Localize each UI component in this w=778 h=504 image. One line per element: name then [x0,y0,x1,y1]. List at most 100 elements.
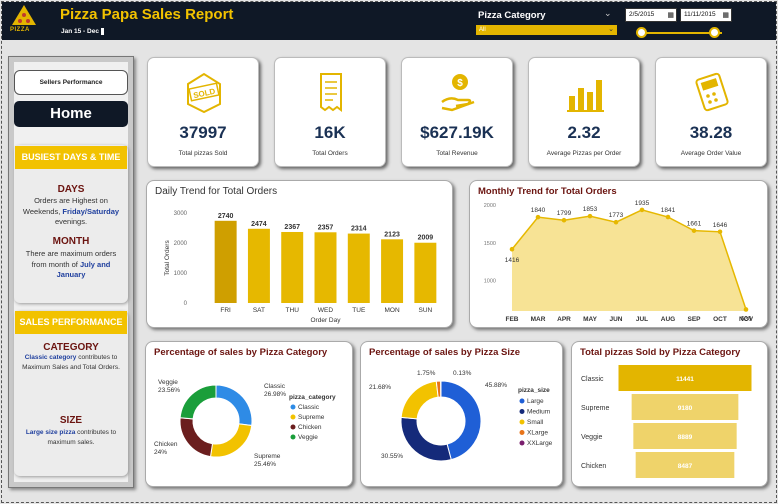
legend-label: Medium [527,409,550,416]
kpi-label: Average Pizzas per Order [546,150,622,157]
monthly-trend-panel: Monthly Trend for Total Orders 1000 1500 2… [469,180,768,328]
donut-slice [215,384,253,427]
x-tick-label: FEB [506,316,519,323]
data-label: 11441 [676,376,694,383]
x-tick-label: TUE [352,307,366,314]
x-tick-label: APR [557,316,571,323]
x-tick-label: WED [318,307,333,314]
sales-card [14,311,128,476]
data-label: 1853 [583,206,598,213]
data-label: 1799 [557,210,572,217]
donut-slice [209,423,253,458]
category-donut-chart: Classic26.98%Supreme25.46%Chicken24%Vegg… [154,379,336,468]
category-label: Veggie [581,434,603,441]
legend-label: Small [527,419,544,426]
category-label: Chicken [581,463,606,470]
kpi-value: 2.32 [567,123,601,142]
data-label: 2009 [418,235,434,242]
donut-slice [400,416,452,462]
slice-name: Chicken [154,441,178,448]
report-title: Pizza Papa Sales Report [60,6,234,23]
legend-marker [290,404,296,410]
daily-trend-chart: 0 1000 2000 3000 Total Orders 2740 FRI 2474 SAT 2… [164,211,437,324]
sellers-performance-button[interactable]: Sellers Performance [14,70,128,95]
category-label: Supreme [581,405,610,412]
days-text: Orders are Highest on Weekends, Friday/S… [22,196,120,226]
kpi-avg-order-value: 38.28 Average Order Value [655,57,767,167]
legend-marker [519,430,525,435]
y-tick-label: 2000 [174,241,188,247]
bar [381,239,404,303]
slice-value: 30.55% [381,453,403,460]
busiest-heading: BUSIEST DAYS & TIME [15,146,127,169]
calendar-icon: ▦ [722,12,729,19]
data-point [535,214,541,220]
data-point [639,207,645,213]
kpi-value: 37997 [179,123,227,142]
kpi-value: $627.19K [420,123,494,142]
date-range-label: Jan 15 - Dec [61,28,104,35]
data-point [743,307,749,312]
home-button[interactable]: Home [14,101,128,127]
legend-label: Classic [298,404,320,411]
data-point [509,246,515,252]
legend-title: pizza_category [289,394,336,401]
date-slider-end-handle[interactable] [708,27,720,38]
category-text: Classic category contributes to Maximum … [22,354,120,371]
slice-value: 21.68% [369,384,391,391]
data-label: 2740 [218,213,234,220]
start-date-input[interactable]: 2/5/2015 ▦ [625,8,677,22]
size-text: Large size pizza contributes to maximum … [25,429,117,446]
x-tick-label: JUL [636,316,648,323]
data-point [613,219,619,225]
chevron-down-icon[interactable]: ⌄ [604,8,612,19]
y-tick-label: 3000 [174,211,188,217]
x-tick-label: OCT [713,316,727,323]
chevron-down-icon: ⌄ [608,26,614,33]
legend-label: XLarge [527,430,548,437]
data-label: 2474 [251,221,267,228]
end-date-input[interactable]: 11/11/2015 ▦ [680,8,732,22]
data-label: 1840 [531,207,546,214]
size-title: SIZE [59,415,83,426]
legend-marker [519,398,525,404]
data-point [717,229,723,235]
data-label: 8889 [678,434,693,441]
data-label: 1935 [635,200,650,207]
kpi-label: Total Revenue [436,150,478,157]
data-label: 1773 [609,212,624,219]
daily-trend-panel: Daily Trend for Total Orders 0 1000 2000 30… [146,180,453,328]
receipt-icon [320,73,342,112]
donut-slice [179,417,214,458]
y-axis-label: Total Orders [164,240,171,276]
slice-value: 26.98% [264,391,286,398]
bar [414,242,437,303]
funnel-panel: Total pizzas Sold by Pizza Category 1144… [571,341,768,487]
data-label: 1661 [687,221,702,228]
monthly-trend-chart: 1000 1500 2000 1416 FEB 1840 MAR 1799 APR 1853 MAY… [484,200,754,323]
legend-marker [519,419,525,425]
y-tick-label: 1000 [174,271,188,277]
legend-marker [290,434,296,440]
data-label: 2357 [318,224,334,231]
data-label: 2367 [284,224,300,231]
slice-value: 0.13% [453,370,472,377]
data-label: 2123 [384,231,400,238]
kpi-total-pizzas: SOLD 37997 Total pizzas Sold [147,57,259,167]
y-tick-label: 0 [184,301,188,307]
category-select[interactable]: All ⌄ [476,25,617,35]
month-text: There are maximum orders from month of J… [25,249,117,279]
kpi-value: 38.28 [689,123,733,142]
legend-label: Supreme [298,414,325,421]
data-label: 1416 [505,257,520,264]
slice-value: 24% [154,449,167,456]
area-fill [512,209,746,311]
x-axis-label: Order Day [311,317,342,324]
y-tick-label: 2000 [484,203,496,209]
slice-name: Supreme [254,453,281,460]
date-slider-start-handle[interactable] [635,27,647,38]
slice-name: Veggie [158,379,178,386]
slice-value: 1.75% [417,370,436,377]
legend-label: Large [527,398,544,405]
kpi-total-orders: 16K Total Orders [274,57,386,167]
